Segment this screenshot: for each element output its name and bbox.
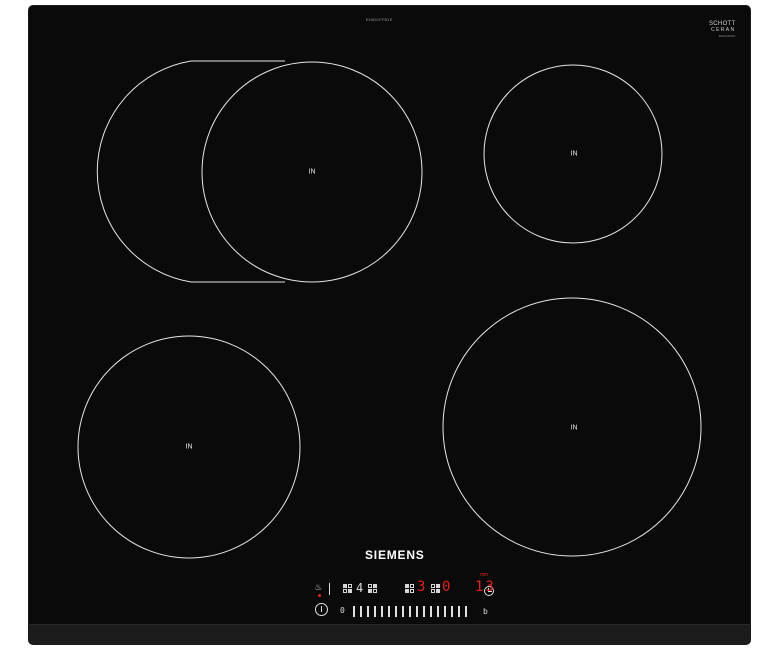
slider-step[interactable] [437,606,439,617]
front-edge [29,624,750,644]
slider-step[interactable] [388,606,390,617]
flex-zone-outline[interactable] [96,60,285,283]
slider-step[interactable] [409,606,411,617]
slider-step[interactable] [444,606,446,617]
power-slider[interactable] [353,606,467,617]
zone-bracket-icon [326,583,330,595]
boost-button[interactable]: b [483,606,488,618]
slider-min-label: 0 [340,606,345,615]
zone-label-back-left: IN [308,168,316,176]
slider-step[interactable] [395,606,397,617]
slider-step[interactable] [451,606,453,617]
pan-icon[interactable]: ♨ [315,581,322,593]
slider-step[interactable] [402,606,404,617]
slider-step[interactable] [374,606,376,617]
model-number: EH651FFB1E [366,17,393,22]
slider-step[interactable] [465,606,467,617]
slider-step[interactable] [353,606,355,617]
zone-select-back-left-icon[interactable] [343,584,352,593]
slider-step[interactable] [367,606,369,617]
cooktop: EH651FFB1E SCHOTT CERAN 8001234567 IN IN… [28,5,751,645]
power-indicator-light [318,594,321,597]
logo-code: 8001234567 [718,34,736,38]
zone-label-back-right: IN [570,150,578,158]
slider-step[interactable] [416,606,418,617]
zone-label-front-right: IN [570,424,578,432]
timer-display: 13 [475,579,496,595]
slider-step[interactable] [360,606,362,617]
timer-digit-1: 3 [417,579,426,595]
power-button-icon[interactable] [315,603,328,616]
slider-step[interactable] [458,606,460,617]
zone-select-front-right-icon[interactable] [431,584,440,593]
slider-step[interactable] [423,606,425,617]
slider-step[interactable] [381,606,383,617]
zone-label-front-left: IN [185,443,193,451]
zone-select-front-left-icon[interactable] [405,584,414,593]
timer-digit-2: 0 [442,579,451,595]
brand-logo: SIEMENS [365,548,425,562]
slider-step[interactable] [430,606,432,617]
schott-ceran-logo: SCHOTT CERAN 8001234567 [709,21,735,39]
timer-unit-label: min [480,572,489,578]
power-level-display: 4 [356,581,364,595]
zone-select-back-right-icon[interactable] [368,584,377,593]
